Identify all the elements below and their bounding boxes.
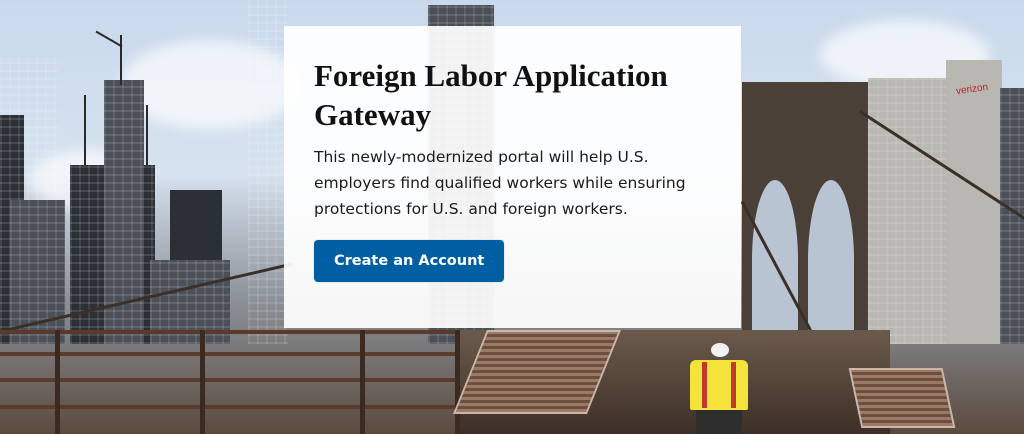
walkway-panel <box>848 368 956 428</box>
railing-post <box>55 330 60 434</box>
create-account-button[interactable]: Create an Account <box>314 240 505 282</box>
building <box>868 78 946 344</box>
verizon-building <box>946 60 1002 344</box>
worker-vest <box>690 360 748 410</box>
worker-harness <box>731 362 736 408</box>
hero-banner: verizon Foreign Labor Application Gatewa… <box>0 0 1024 434</box>
railing-post <box>200 330 205 434</box>
hero-description: This newly-modernized portal will help U… <box>314 148 686 218</box>
hero-card: Foreign Labor Application Gateway This n… <box>284 26 741 328</box>
bridge-arch <box>808 180 854 340</box>
crane-arm <box>95 30 123 48</box>
worker-harness <box>702 362 707 408</box>
crane <box>146 105 148 165</box>
one-world-trade-center <box>248 0 288 344</box>
railing-post <box>360 330 365 434</box>
hard-hat <box>711 343 729 357</box>
bridge-railing <box>0 405 500 409</box>
worker-legs <box>696 410 742 434</box>
crane <box>120 35 122 85</box>
page-title: Foreign Labor Application Gateway <box>314 58 668 132</box>
crane <box>84 95 86 165</box>
